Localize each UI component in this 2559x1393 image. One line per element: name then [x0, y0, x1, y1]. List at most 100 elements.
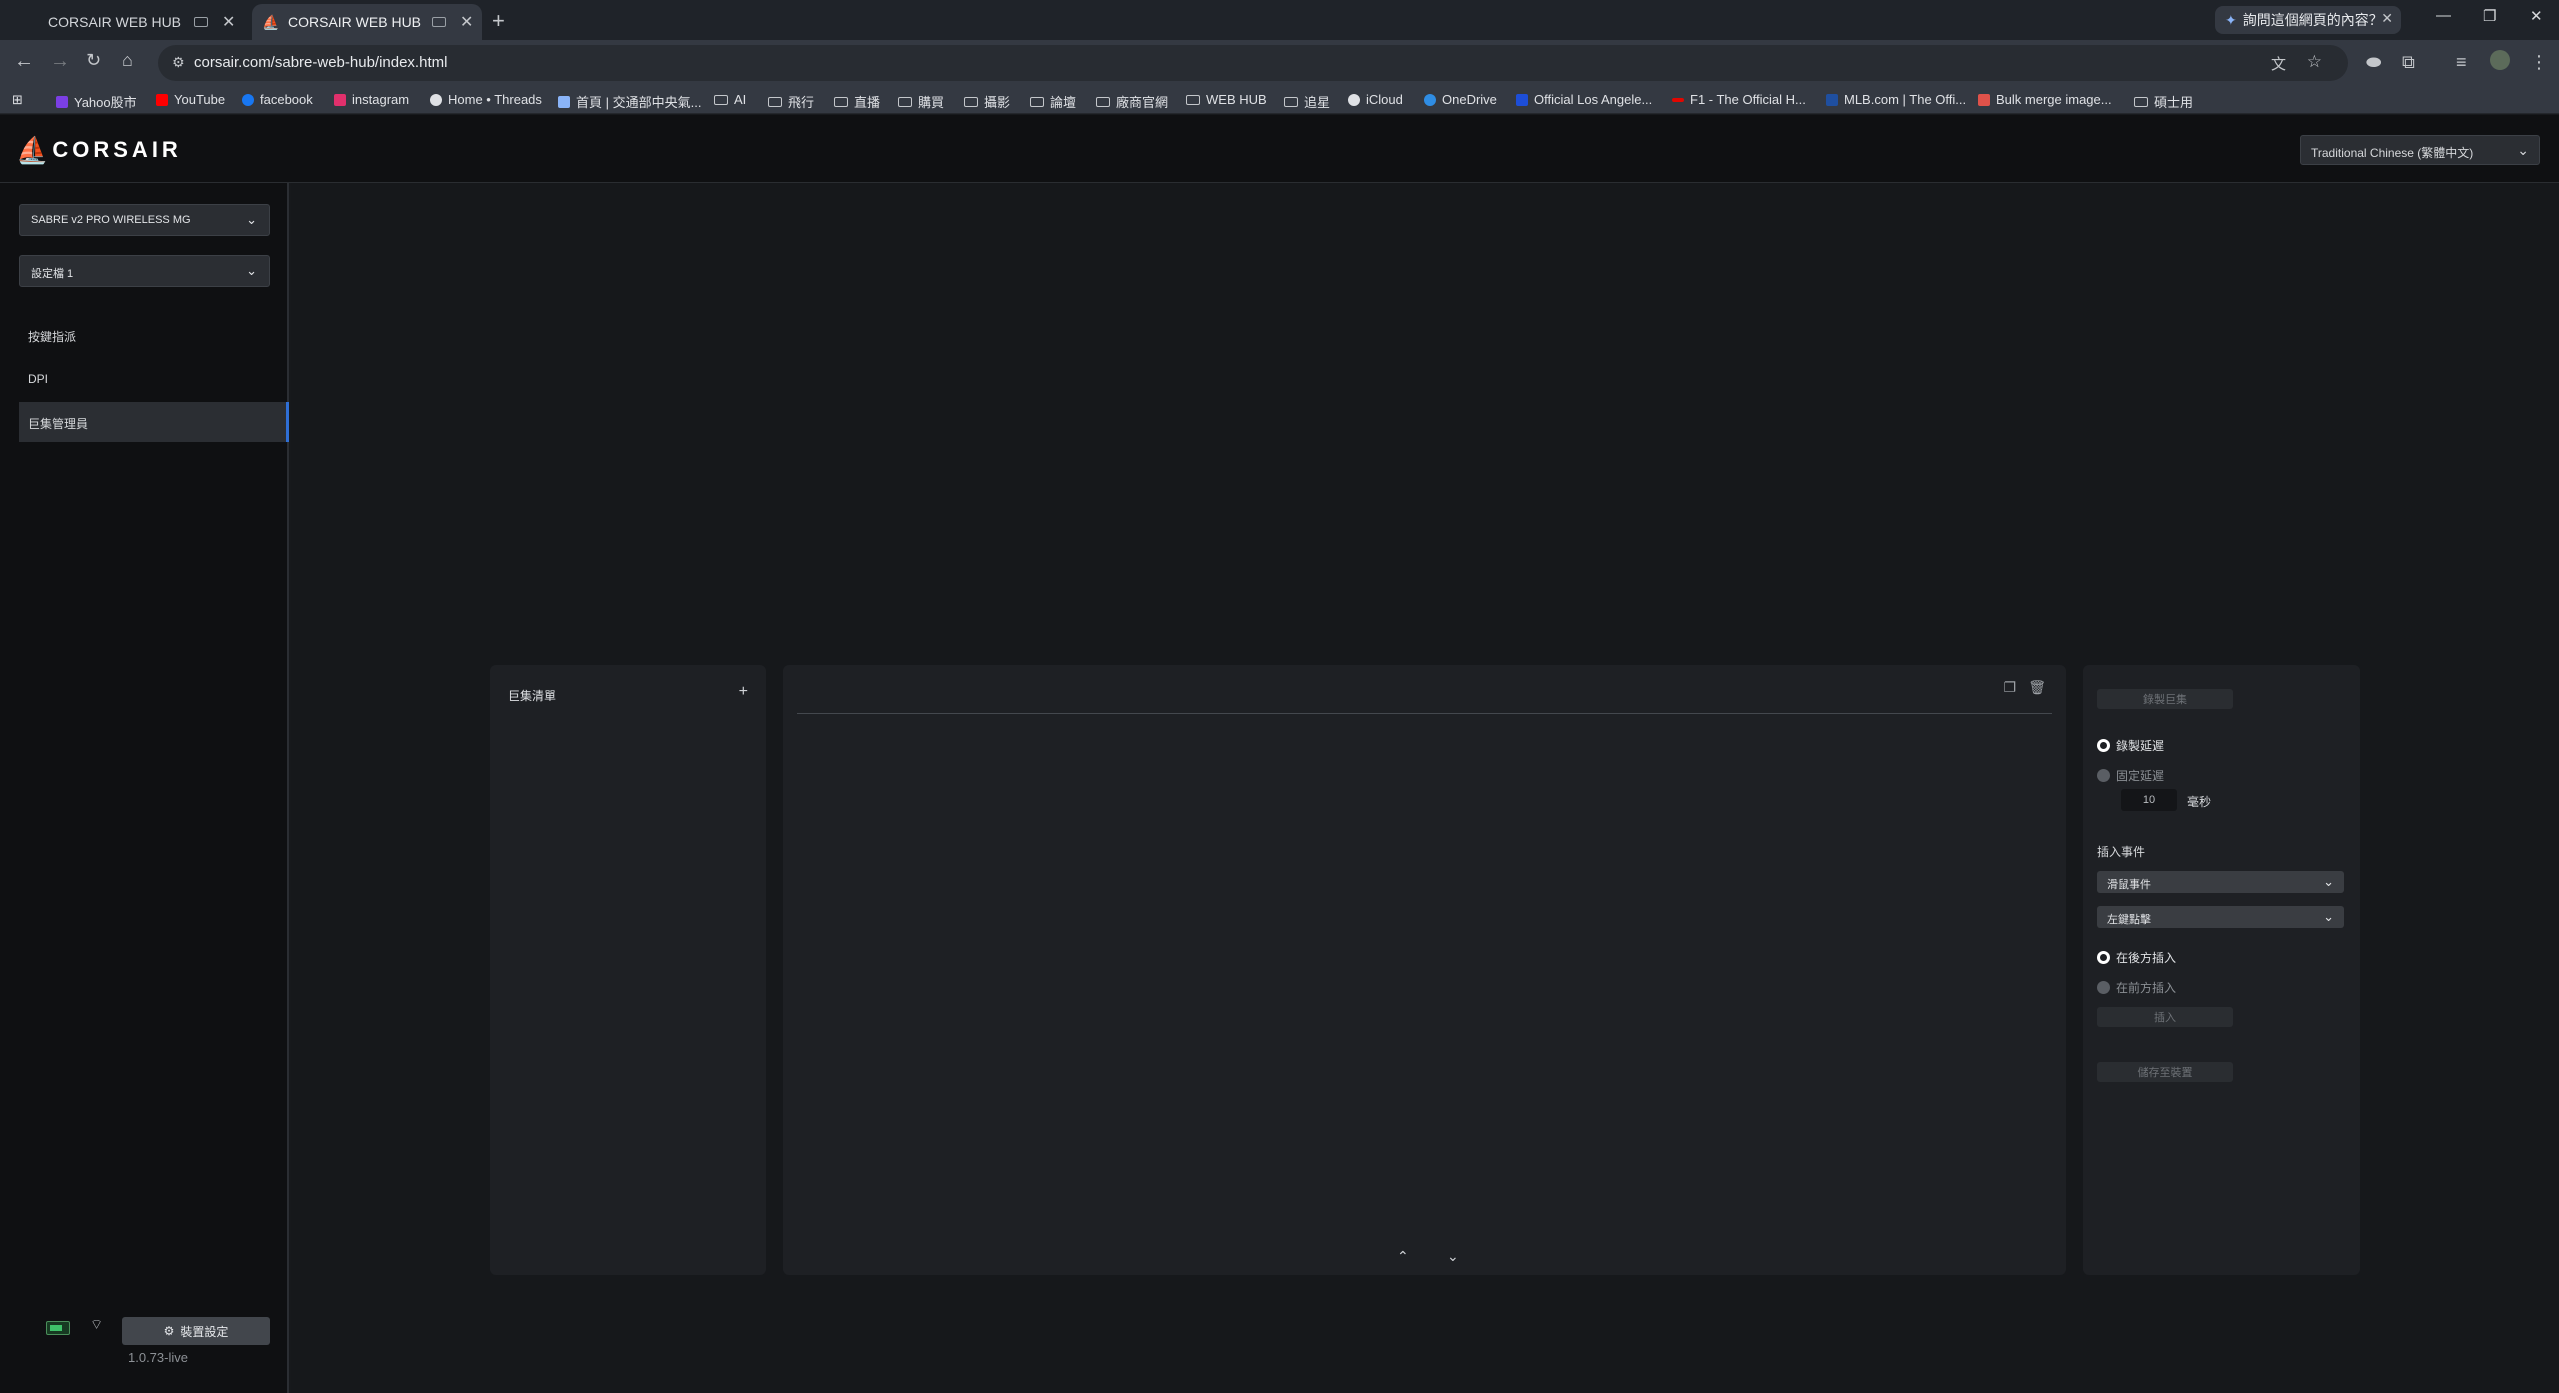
bookmark-item[interactable]: instagram: [334, 92, 409, 107]
move-up-icon[interactable]: ⌃: [1397, 1248, 1409, 1265]
sidebar: SABRE v2 PRO WIRELESS MG ⌄ 設定檔 1 ⌄ 按鍵指派 …: [0, 183, 289, 1393]
browser-tab[interactable]: CORSAIR WEB HUB ✕: [8, 4, 244, 40]
bookmark-item[interactable]: Yahoo股市: [56, 92, 137, 111]
tab-title: CORSAIR WEB HUB: [288, 14, 422, 30]
sidebar-item-dpi[interactable]: DPI: [19, 359, 289, 399]
bookmark-folder[interactable]: 論壇: [1030, 92, 1076, 111]
bookmark-item[interactable]: OneDrive: [1424, 92, 1497, 107]
close-window-icon[interactable]: ✕: [2530, 7, 2543, 25]
bookmark-folder[interactable]: 直播: [834, 92, 880, 111]
icloud-icon: [1348, 93, 1360, 106]
bookmark-item[interactable]: 首頁 | 交通部中央氣...: [558, 92, 701, 111]
record-macro-button[interactable]: 錄製巨集: [2097, 689, 2233, 709]
bookmark-item[interactable]: facebook: [242, 92, 313, 107]
folder-icon: [964, 96, 978, 107]
menu-kebab-icon[interactable]: ⋮: [2530, 52, 2548, 73]
avatar[interactable]: [2490, 50, 2510, 70]
bookmark-label: 廠商官網: [1116, 95, 1169, 110]
close-tab-icon[interactable]: ✕: [222, 12, 244, 32]
f1-icon: [1672, 97, 1684, 102]
event-type-select[interactable]: 滑鼠事件 ⌄: [2097, 871, 2344, 893]
address-bar[interactable]: ⚙ corsair.com/sabre-web-hub/index.html 文…: [158, 45, 2348, 81]
save-to-device-button[interactable]: 儲存至裝置: [2097, 1062, 2233, 1082]
bookmark-folder[interactable]: 碩士用: [2134, 92, 2193, 111]
trash-icon[interactable]: 🗑: [2028, 679, 2046, 696]
close-icon[interactable]: ✕: [2381, 10, 2393, 27]
minimize-icon[interactable]: —: [2436, 7, 2451, 24]
reload-icon[interactable]: ↻: [86, 50, 101, 71]
battery-icon: [46, 1321, 70, 1335]
bookmark-item[interactable]: Bulk merge image...: [1978, 92, 2112, 107]
bookmark-folder[interactable]: 攝影: [964, 92, 1010, 111]
threads-icon: [430, 93, 442, 106]
chevron-down-icon: ⌄: [246, 212, 257, 227]
folder-icon: [834, 96, 848, 107]
restore-icon[interactable]: ❐: [2483, 7, 2496, 25]
bookmark-item[interactable]: Home • Threads: [430, 92, 542, 107]
new-tab-icon[interactable]: +: [492, 8, 505, 34]
sidebar-item-macro-manager[interactable]: 巨集管理員: [19, 402, 289, 442]
device-value: SABRE v2 PRO WIRELESS MG: [31, 214, 191, 226]
bookmark-folder[interactable]: 購買: [898, 92, 944, 111]
bookmark-label: 論壇: [1050, 95, 1077, 110]
language-select[interactable]: Traditional Chinese (繁體中文) ⌄: [2300, 135, 2540, 165]
insert-before-radio[interactable]: 在前方插入: [2097, 979, 2176, 996]
delay-input[interactable]: 10: [2121, 789, 2177, 811]
folder-icon: [1030, 96, 1044, 107]
bookmark-item[interactable]: iCloud: [1348, 92, 1403, 107]
forward-icon[interactable]: →: [50, 50, 70, 73]
corsair-favicon-icon: ⛵: [262, 14, 280, 30]
apps-grid-icon[interactable]: ⊞: [12, 92, 23, 108]
bookmark-star-icon[interactable]: ☆: [2307, 52, 2322, 72]
device-settings-label: 裝置設定: [180, 1324, 229, 1339]
bookmark-folder[interactable]: 廠商官網: [1096, 92, 1168, 111]
yahoo-icon: [56, 95, 68, 108]
add-macro-icon[interactable]: +: [739, 683, 748, 701]
move-down-icon[interactable]: ⌄: [1447, 1248, 1459, 1265]
home-icon[interactable]: ⌂: [122, 50, 133, 71]
bookmark-folder[interactable]: 飛行: [768, 92, 814, 111]
ask-page-button[interactable]: ✦ 詢問這個網頁的內容？ ✕: [2215, 6, 2401, 34]
macro-name-underline[interactable]: [797, 713, 2052, 714]
extensions-icon[interactable]: ⧉: [2402, 52, 2415, 73]
bookmark-item[interactable]: F1 - The Official H...: [1672, 92, 1806, 107]
bookmark-item[interactable]: MLB.com | The Offi...: [1826, 92, 1966, 107]
bookmark-item[interactable]: YouTube: [156, 92, 225, 107]
language-value: Traditional Chinese (繁體中文): [2311, 146, 2474, 160]
ask-page-label: 詢問這個網頁的內容？: [2242, 12, 2383, 28]
radio-unselected-icon: [2097, 981, 2110, 994]
sidebar-item-key-assignment[interactable]: 按鍵指派: [19, 315, 289, 355]
bookmark-label: Home • Threads: [448, 92, 542, 107]
fixed-delay-radio[interactable]: 固定延遲: [2097, 767, 2164, 784]
bookmark-label: iCloud: [1366, 92, 1403, 107]
url-text[interactable]: corsair.com/sabre-web-hub/index.html: [194, 54, 447, 71]
bookmark-folder[interactable]: WEB HUB: [1186, 92, 1267, 107]
device-select[interactable]: SABRE v2 PRO WIRELESS MG ⌄: [19, 204, 270, 236]
folder-icon: [1096, 96, 1110, 107]
media-icon[interactable]: ≡: [2456, 52, 2467, 73]
insert-button[interactable]: 插入: [2097, 1007, 2233, 1027]
close-tab-icon[interactable]: ✕: [460, 12, 482, 32]
device-settings-button[interactable]: ⚙ 裝置設定: [122, 1317, 270, 1345]
corsair-sails-icon: ⛵: [16, 135, 49, 165]
bookmark-folder[interactable]: AI: [714, 92, 746, 107]
dodgers-icon: [1516, 93, 1528, 106]
bookmark-item[interactable]: Official Los Angele...: [1516, 92, 1652, 107]
site-info-icon[interactable]: ⚙: [172, 54, 185, 71]
browser-tab-active[interactable]: ⛵ CORSAIR WEB HUB ✕: [252, 4, 482, 40]
bookmark-folder[interactable]: 追星: [1284, 92, 1330, 111]
profile-select[interactable]: 設定檔 1 ⌄: [19, 255, 270, 287]
extension-shield-icon[interactable]: ⬬: [2366, 52, 2381, 73]
corsair-logo[interactable]: ⛵ CORSAIR: [16, 137, 182, 163]
browser-toolbar: ← → ↻ ⌂ ⚙ corsair.com/sabre-web-hub/inde…: [0, 40, 2559, 86]
back-icon[interactable]: ←: [14, 50, 34, 73]
brand-wordmark: CORSAIR: [52, 137, 182, 162]
translate-icon[interactable]: 文: [2271, 53, 2286, 74]
chevron-down-icon: ⌄: [246, 263, 257, 278]
record-delay-radio[interactable]: 錄製延遲: [2097, 737, 2164, 754]
copy-icon[interactable]: ❐: [2003, 679, 2016, 696]
event-action-select[interactable]: 左鍵點擊 ⌄: [2097, 906, 2344, 928]
bookmark-label: 追星: [1304, 95, 1331, 110]
insert-after-radio[interactable]: 在後方插入: [2097, 949, 2176, 966]
bookmark-label: 攝影: [984, 95, 1011, 110]
